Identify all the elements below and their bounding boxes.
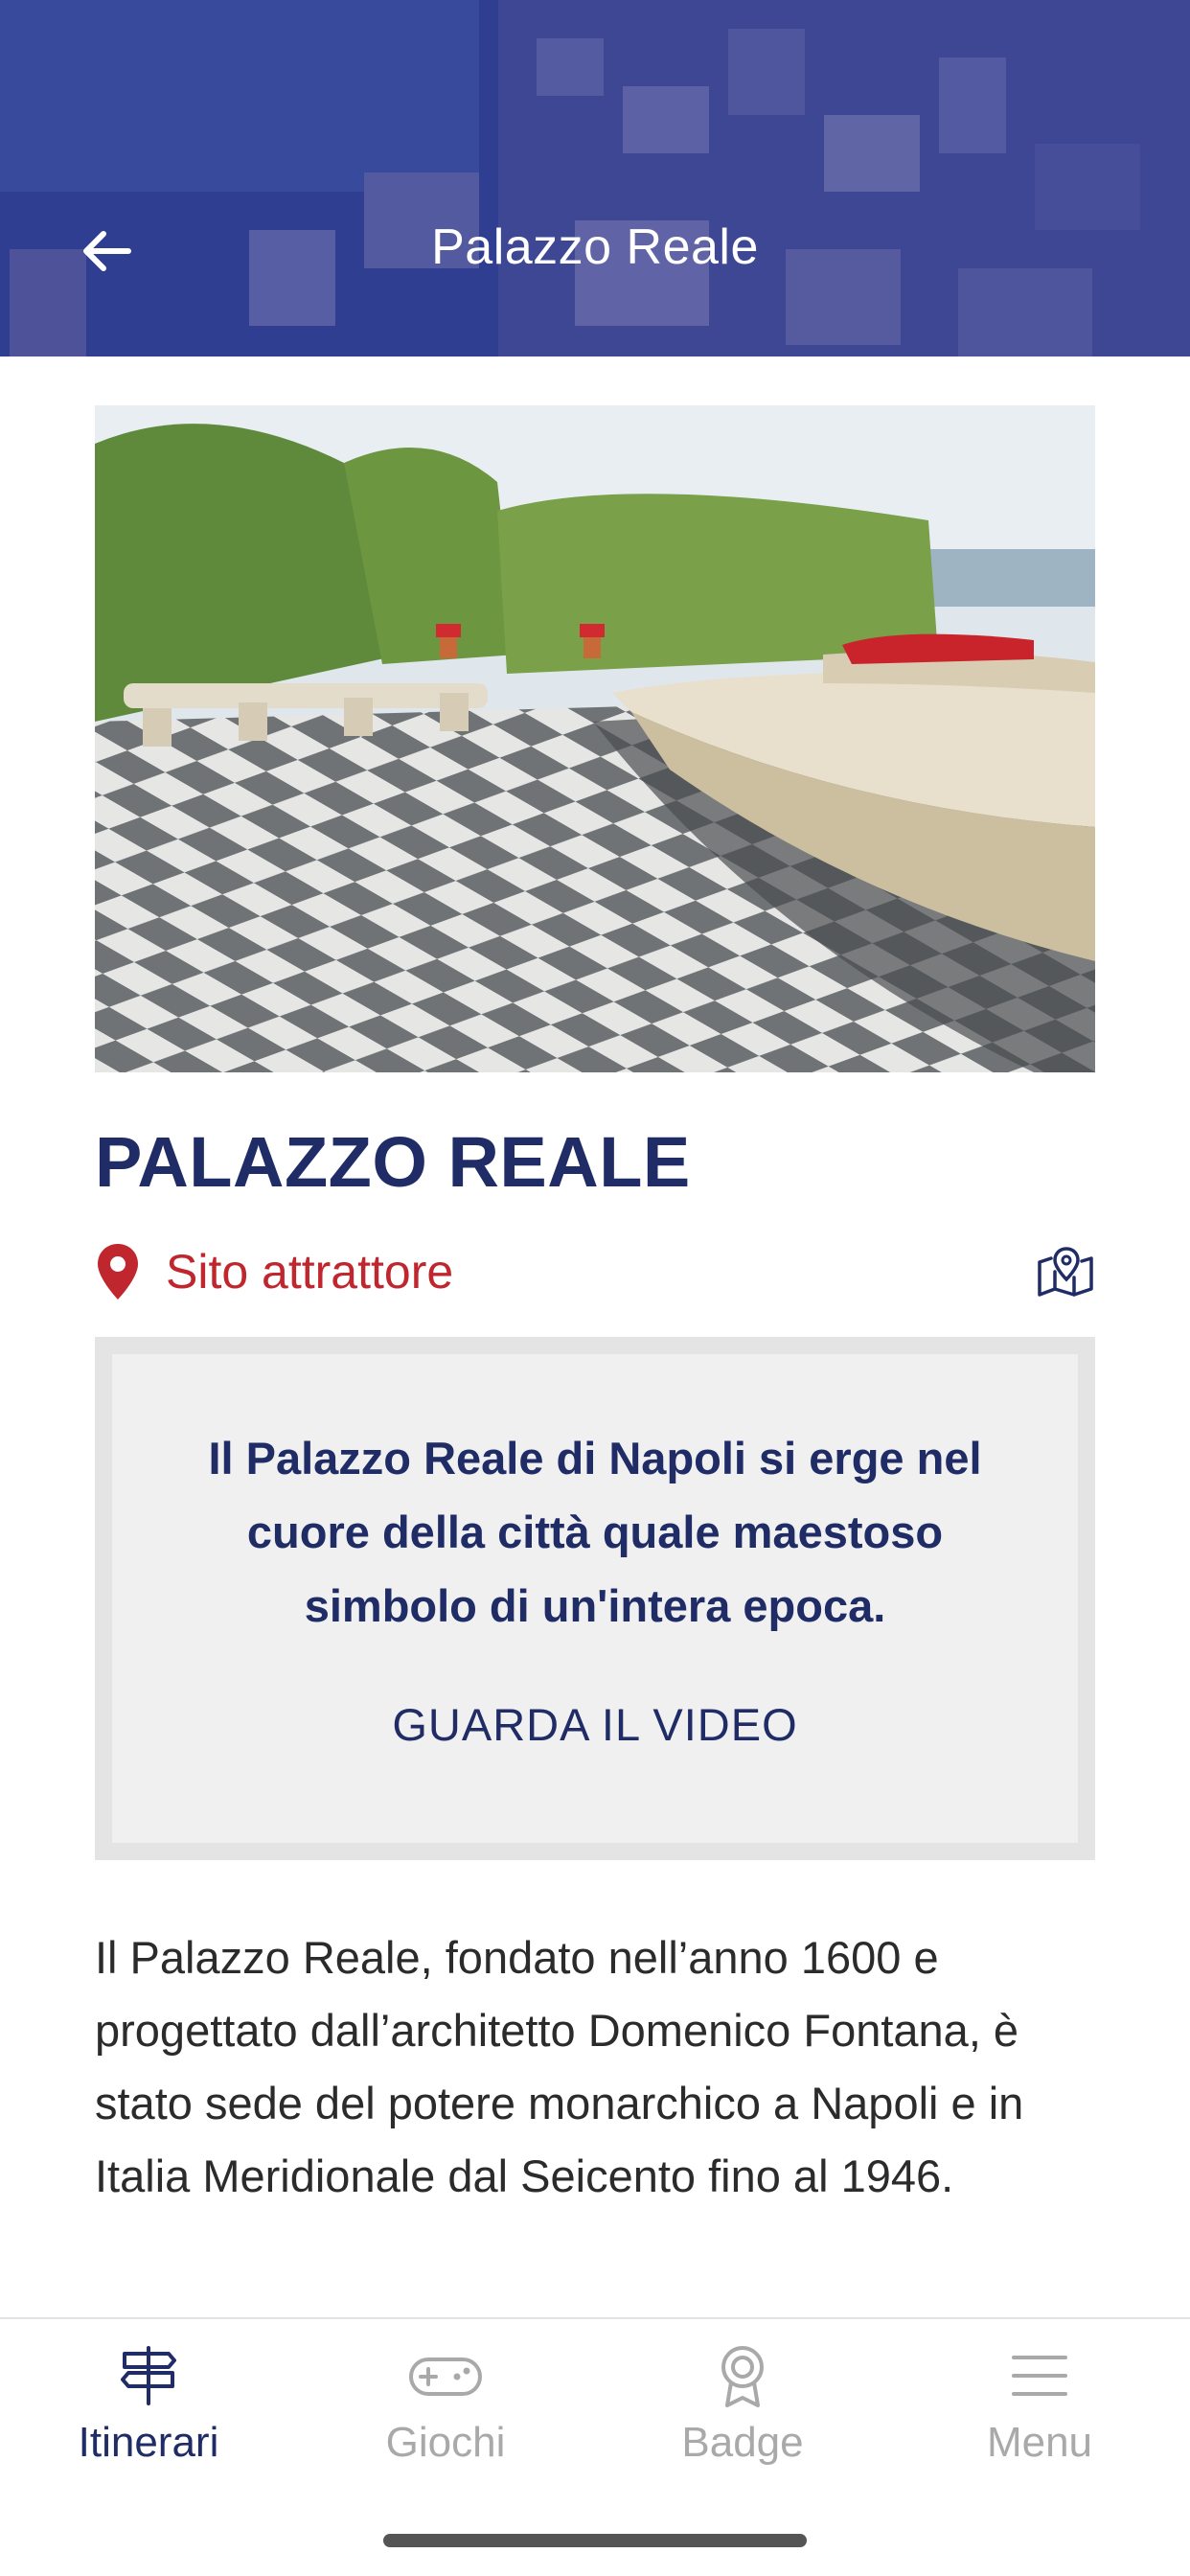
badge-icon: [721, 2346, 764, 2407]
tab-giochi[interactable]: Giochi: [297, 2336, 594, 2480]
hero-image: [95, 405, 1095, 1072]
tab-itinerari-label: Itinerari: [78, 2419, 219, 2466]
watch-video-link[interactable]: GUARDA IL VIDEO: [392, 1698, 797, 1751]
tab-giochi-label: Giochi: [385, 2419, 506, 2466]
menu-icon: [1012, 2356, 1067, 2396]
tab-itinerari[interactable]: Itinerari: [0, 2336, 297, 2480]
tab-menu-label: Menu: [986, 2419, 1093, 2466]
highlight-card: Il Palazzo Reale di Napoli si erge nel c…: [95, 1337, 1095, 1860]
tab-menu[interactable]: Menu: [891, 2336, 1188, 2480]
category-label: Sito attrattore: [166, 1245, 454, 1299]
map-pin-icon: [98, 1244, 138, 1300]
page-title: Palazzo Reale: [431, 219, 759, 275]
poi-title: PALAZZO REALE: [95, 1122, 691, 1202]
description-text: Il Palazzo Reale, fondato nell’anno 1600…: [95, 1932, 1024, 2201]
map-icon[interactable]: [1036, 1245, 1095, 1299]
tab-badge[interactable]: Badge: [594, 2336, 891, 2480]
tab-badge-label: Badge: [681, 2419, 804, 2466]
signpost-icon: [121, 2346, 176, 2405]
highlight-card-inner: Il Palazzo Reale di Napoli si erge nel c…: [112, 1354, 1078, 1843]
garden-terrace-photo: [95, 405, 1095, 1072]
highlight-text: Il Palazzo Reale di Napoli si erge nel c…: [208, 1433, 982, 1631]
header-bar: Palazzo Reale: [0, 0, 1190, 356]
header-overlay: [0, 0, 1190, 356]
home-indicator[interactable]: [383, 2534, 807, 2547]
category-row: Sito attrattore: [95, 1238, 1095, 1305]
gamepad-icon: [409, 2358, 482, 2396]
